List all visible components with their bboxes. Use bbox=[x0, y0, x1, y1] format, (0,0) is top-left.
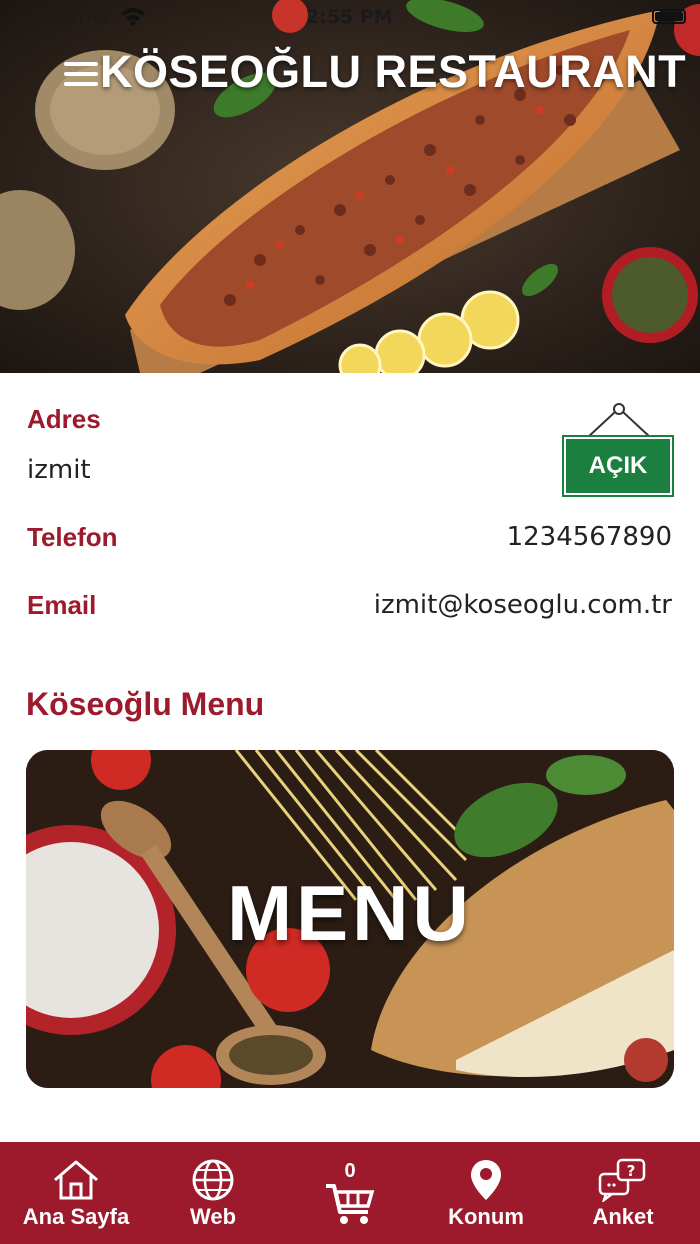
tab-anket-label: Anket bbox=[592, 1204, 654, 1229]
tab-ana-sayfa[interactable]: Ana Sayfa bbox=[10, 1142, 142, 1244]
tab-konum[interactable]: Konum bbox=[436, 1142, 536, 1244]
tab-anket[interactable]: ? Anket bbox=[574, 1142, 672, 1244]
clock-label: 2:55 PM bbox=[306, 6, 393, 28]
carrier-label: Carrier bbox=[46, 6, 111, 28]
bottom-tab-bar: Ana Sayfa Web 0 Konum ? Anket bbox=[0, 1142, 700, 1244]
tab-web-label: Web bbox=[189, 1204, 237, 1229]
battery-icon bbox=[652, 9, 686, 24]
location-pin-icon bbox=[471, 1160, 501, 1200]
home-icon bbox=[54, 1160, 98, 1200]
sign-hanger-icon bbox=[586, 403, 652, 439]
tab-konum-label: Konum bbox=[448, 1204, 524, 1229]
phone-label: Telefon bbox=[27, 522, 118, 552]
cart-icon bbox=[326, 1184, 375, 1224]
menu-card[interactable] bbox=[26, 750, 674, 1088]
menu-section-title: Köseoğlu Menu bbox=[26, 686, 265, 722]
tab-ana-sayfa-label: Ana Sayfa bbox=[22, 1204, 130, 1229]
menu-card-image bbox=[26, 750, 674, 1088]
address-value: izmit bbox=[27, 455, 91, 485]
svg-text:?: ? bbox=[627, 1162, 636, 1180]
globe-icon bbox=[192, 1159, 234, 1201]
email-label: Email bbox=[27, 590, 97, 620]
address-label: Adres bbox=[27, 404, 101, 434]
tab-cart[interactable]: 0 bbox=[300, 1142, 400, 1244]
phone-value[interactable]: 1234567890 bbox=[507, 522, 672, 552]
open-status-badge: AÇIK bbox=[562, 435, 674, 497]
cart-count-badge: 0 bbox=[344, 1160, 356, 1182]
restaurant-title: KÖSEOĞLU RESTAURANT bbox=[100, 46, 687, 97]
status-bar: Carrier 2:55 PM bbox=[0, 0, 700, 34]
chat-question-icon: ? bbox=[598, 1158, 646, 1202]
open-status-sign: AÇIK bbox=[562, 402, 675, 498]
hamburger-menu-icon[interactable] bbox=[64, 62, 98, 86]
hero-banner: Carrier 2:55 PM KÖSEOĞLU RESTAURANT bbox=[0, 0, 700, 373]
email-value[interactable]: izmit@koseoglu.com.tr bbox=[374, 590, 672, 620]
tab-web[interactable]: Web bbox=[165, 1142, 261, 1244]
